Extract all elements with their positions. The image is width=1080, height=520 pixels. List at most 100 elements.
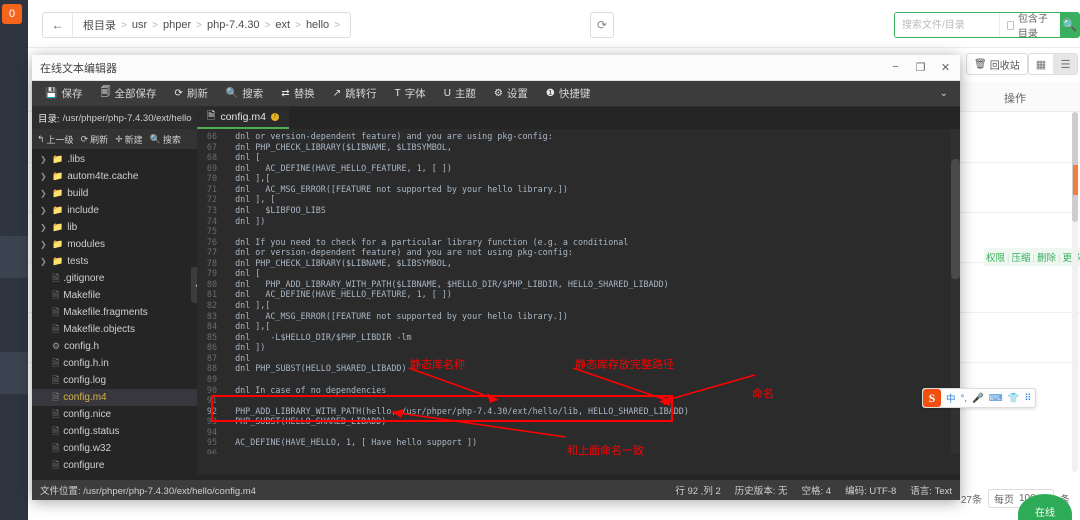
tree-node[interactable]: ❯ 📁 modules xyxy=(32,236,197,253)
toolbar-save[interactable]: 💾 保存 xyxy=(36,81,91,107)
maximize-icon[interactable]: ❐ xyxy=(914,61,927,74)
breadcrumb-separator: > xyxy=(121,19,127,31)
tree-node[interactable]: ❯ 📁 build xyxy=(32,185,197,202)
line-number: 81 xyxy=(206,289,217,300)
soft-keyboard-icon[interactable]: ⌨ xyxy=(989,393,1003,404)
status-indent[interactable]: 空格: 4 xyxy=(802,483,832,497)
chevron-down-icon[interactable]: ⌄ xyxy=(940,88,960,99)
toolbar-replace[interactable]: ⇄ 替换 xyxy=(272,81,323,107)
status-language[interactable]: 语言: Text xyxy=(910,483,952,497)
file-icon: 🗎 xyxy=(52,425,60,436)
grid-view-icon[interactable]: ▦ xyxy=(1029,54,1053,74)
breadcrumb-item-5[interactable]: hello xyxy=(306,19,329,31)
tree-node[interactable]: ❯ 📁 autom4te.cache xyxy=(32,168,197,185)
back-icon[interactable]: ← xyxy=(43,13,73,37)
file-manager-topbar: ← 根目录 > usr > phper > php-7.4.30 > ext > hello > ⟳ … xyxy=(28,0,1080,48)
status-file-value: /usr/phper/php-7.4.30/ext/hello/config.m… xyxy=(83,486,256,497)
line-number: 67 xyxy=(206,141,217,152)
tree-node[interactable]: ⚙ config.h xyxy=(32,338,197,355)
tree-node[interactable]: 🗎 config.m4 xyxy=(32,389,197,406)
save-icon: 💾 xyxy=(45,88,58,99)
breadcrumb-item-2[interactable]: phper xyxy=(163,19,191,31)
breadcrumb-item-4[interactable]: ext xyxy=(275,19,290,31)
tree-node[interactable]: ❯ 📁 .libs xyxy=(32,151,197,168)
line-number: 68 xyxy=(206,152,217,163)
toolbox-icon[interactable]: ⠿ xyxy=(1024,393,1031,404)
line-text: dnl PHP_CHECK_LIBRARY($LIBNAME, $LIBSYMB… xyxy=(225,141,452,152)
microphone-icon[interactable]: 🎤 xyxy=(972,393,984,404)
tree-node[interactable]: 🗎 .gitignore xyxy=(32,270,197,287)
tree-node[interactable]: 🗎 Makefile.fragments xyxy=(32,304,197,321)
status-cursor: 行 92 ,列 2 xyxy=(675,486,721,497)
tree-node[interactable]: 🗎 config.log xyxy=(32,372,197,389)
toolbar-refresh[interactable]: ⟳ 刷新 xyxy=(165,81,216,107)
tree-action-refresh[interactable]: ⟳ 刷新 xyxy=(81,133,109,146)
tree-node[interactable]: 🗎 config.w32 xyxy=(32,440,197,457)
tree-node[interactable]: 🗎 config.status xyxy=(32,423,197,440)
checkbox-box xyxy=(1007,20,1014,30)
settings-icon: ⚙ xyxy=(493,88,503,99)
status-history[interactable]: 历史版本: 无 xyxy=(735,483,788,497)
punctuation-icon[interactable]: °, xyxy=(961,393,967,404)
file-tree-list: ❯ 📁 .libs ❯ 📁 autom4te.cache ❯ 📁 build ❯ 📁 include ❯… xyxy=(32,149,197,474)
toolbar-theme[interactable]: U 主题 xyxy=(435,81,485,107)
minimize-icon[interactable]: − xyxy=(889,61,902,74)
line-number: 92 xyxy=(206,405,217,416)
close-icon[interactable]: ✕ xyxy=(939,61,952,74)
row-action-0[interactable]: 权限 xyxy=(985,253,1006,264)
search-icon[interactable]: 🔍 xyxy=(1060,13,1079,37)
toolbar-goto-line[interactable]: ↗ 跳转行 xyxy=(324,81,386,107)
line-number: 77 xyxy=(206,247,217,258)
toolbar-search[interactable]: 🔍 搜索 xyxy=(217,81,272,107)
code-line: 87 dnl xyxy=(197,353,951,364)
code-line: 73 dnl $LIBFOO_LIBS xyxy=(197,205,951,216)
line-number: 89 xyxy=(206,373,217,384)
code-text-area[interactable]: 66 dnl or version-dependent feature) and… xyxy=(197,129,951,454)
line-text: dnl $LIBFOO_LIBS xyxy=(225,204,326,215)
toolbar-save-all[interactable]: 🗐 全部保存 xyxy=(91,81,165,107)
sogou-logo-icon[interactable]: S xyxy=(923,389,941,407)
notification-badge[interactable]: 0 xyxy=(2,4,22,24)
tree-node[interactable]: 🗎 configure xyxy=(32,457,197,474)
code-line: 96 xyxy=(197,448,951,454)
code-line: 77 dnl or version-dependent feature) and… xyxy=(197,247,951,258)
modified-badge: ! xyxy=(270,113,279,121)
tree-node[interactable]: 🗎 config.nice xyxy=(32,406,197,423)
tree-node[interactable]: 🗎 config.h.in xyxy=(32,355,197,372)
toolbar-shortcut[interactable]: ❶ 快捷键 xyxy=(537,81,599,107)
breadcrumb-item-0[interactable]: 根目录 xyxy=(83,17,116,33)
chinese-mode-icon[interactable]: 中 xyxy=(946,391,956,405)
tree-path-value: /usr/phper/php-7.4.30/ext/hello xyxy=(62,112,192,124)
tree-node[interactable]: 🗎 Makefile xyxy=(32,287,197,304)
row-action-2[interactable]: 删除 xyxy=(1036,253,1057,264)
tree-action-plus[interactable]: ✛ 新建 xyxy=(115,133,143,146)
row-action-1[interactable]: 压缩 xyxy=(1010,253,1031,264)
line-number: 70 xyxy=(206,173,217,184)
tab-config-m4[interactable]: 🗎 config.m4 ! xyxy=(197,107,289,129)
row-action-links[interactable]: 权限|压缩|删除|更多∨ xyxy=(984,248,1080,266)
tree-node[interactable]: ❯ 📁 tests xyxy=(32,253,197,270)
chevron-right-icon: ❯ xyxy=(40,155,47,164)
include-subdir-checkbox[interactable]: 包含子目录 xyxy=(999,13,1060,37)
status-encoding[interactable]: 编码: UTF-8 xyxy=(845,483,896,497)
line-number: 91 xyxy=(206,395,217,406)
search-input[interactable] xyxy=(895,13,999,37)
total-count: 27条 xyxy=(960,495,982,506)
tree-node[interactable]: ❯ 📁 include xyxy=(32,202,197,219)
toolbar-settings[interactable]: ⚙ 设置 xyxy=(485,81,537,107)
tree-action-search[interactable]: 🔍 搜索 xyxy=(150,133,181,146)
tree-action-level-up[interactable]: ↰ 上一级 xyxy=(37,133,74,146)
recycle-bin-button[interactable]: 🗑 回收站 xyxy=(966,53,1028,75)
refresh-icon[interactable]: ⟳ xyxy=(590,12,614,38)
breadcrumb-item-1[interactable]: usr xyxy=(132,19,147,31)
column-header-action: 操作 xyxy=(1004,93,1026,105)
tree-node[interactable]: 🗎 Makefile.objects xyxy=(32,321,197,338)
tree-node[interactable]: ❯ 📁 lib xyxy=(32,219,197,236)
line-text: dnl ], [ xyxy=(225,194,276,205)
line-number: 85 xyxy=(206,331,217,342)
toolbar-font[interactable]: T 字体 xyxy=(386,81,435,107)
skin-icon[interactable]: 👕 xyxy=(1008,393,1020,404)
rail-highlight xyxy=(0,236,28,278)
list-view-icon[interactable]: ☰ xyxy=(1053,54,1077,74)
breadcrumb-item-3[interactable]: php-7.4.30 xyxy=(207,19,260,31)
